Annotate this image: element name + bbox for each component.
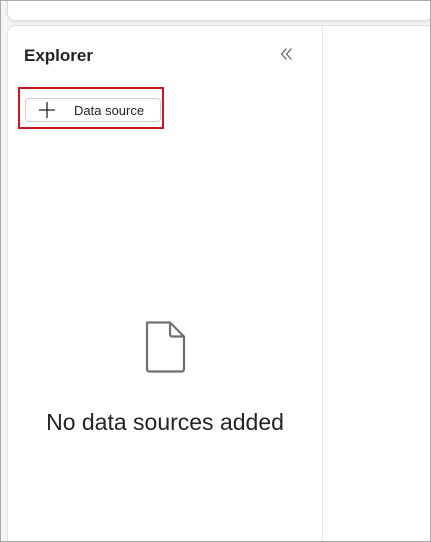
workspace-panel: Explorer Data source No data sources add…	[7, 25, 430, 541]
document-icon	[143, 320, 187, 374]
top-toolbar	[7, 1, 430, 21]
explorer-title: Explorer	[24, 46, 93, 65]
empty-state-message: No data sources added	[46, 409, 284, 435]
annotation-highlight-box	[18, 87, 164, 129]
collapse-explorer-button[interactable]	[274, 44, 298, 68]
app-frame: Explorer Data source No data sources add…	[0, 0, 431, 542]
empty-state: No data sources added	[8, 320, 322, 436]
chevron-double-left-icon	[278, 46, 294, 67]
explorer-pane: Explorer Data source No data sources add…	[8, 26, 323, 541]
